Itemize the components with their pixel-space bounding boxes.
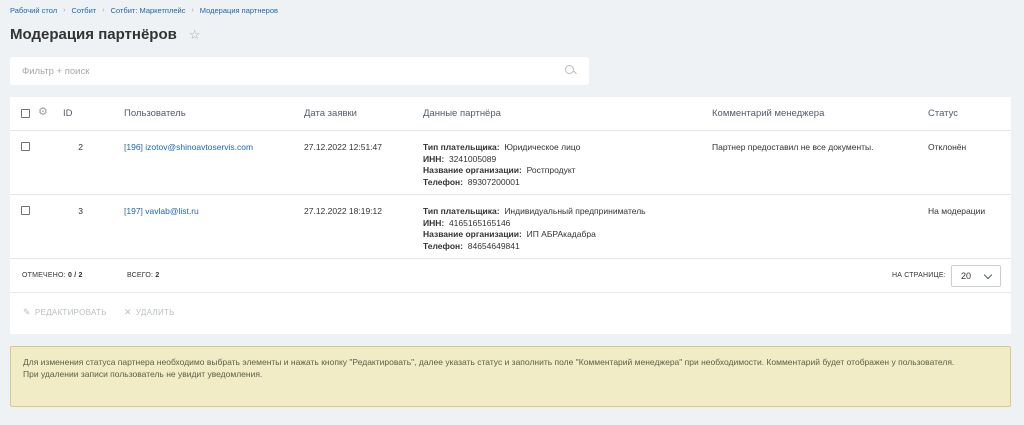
- column-header-status[interactable]: Статус: [928, 108, 958, 119]
- row-date: 27.12.2022 18:19:12: [304, 206, 382, 216]
- partners-grid: ⚙ ID Пользователь Дата заявки Данные пар…: [10, 97, 1011, 334]
- gear-icon[interactable]: ⚙: [38, 107, 48, 118]
- column-header-date[interactable]: Дата заявки: [304, 108, 357, 119]
- partner-field-value: 3241005089: [448, 153, 497, 164]
- partner-field-value: Индивидуальный предприниматель: [504, 206, 646, 216]
- table-row[interactable]: 2 [196] izotov@shinoavtoservis.com 27.12…: [10, 131, 1011, 195]
- page-title: Модерация партнёров: [10, 26, 177, 43]
- partner-field-label: Телефон:: [423, 240, 463, 251]
- partner-field-value: 4165165165146: [448, 217, 511, 228]
- row-partner-data: Тип плательщика: Юридическое лицо ИНН: 3…: [423, 142, 580, 188]
- table-row[interactable]: 3 [197] vavlab@list.ru 27.12.2022 18:19:…: [10, 195, 1011, 259]
- info-notice: Для изменения статуса партнера необходим…: [10, 346, 1011, 407]
- selected-count: ОТМЕЧЕНО: 0 / 2: [22, 272, 83, 279]
- breadcrumb-separator: ›: [191, 7, 194, 14]
- filter-bar: [10, 57, 589, 85]
- breadcrumb-item-moderation[interactable]: Модерация партнеров: [200, 6, 278, 15]
- pencil-icon: ✎: [23, 307, 31, 317]
- page-header: Модерация партнёров ☆: [10, 26, 201, 43]
- row-id: 3: [78, 206, 83, 216]
- star-icon[interactable]: ☆: [189, 28, 201, 41]
- total-count-label: ВСЕГО:: [127, 272, 154, 279]
- partner-field-label: Название организации:: [423, 165, 522, 175]
- per-page-value: 20: [961, 271, 972, 281]
- notice-text-line-2: При удалении записи пользователь не увид…: [23, 369, 263, 379]
- selected-count-label: ОТМЕЧЕНО:: [22, 272, 66, 279]
- grid-header: ⚙ ID Пользователь Дата заявки Данные пар…: [10, 97, 1011, 131]
- partner-field-value: Юридическое лицо: [504, 142, 581, 152]
- breadcrumb-separator: ›: [63, 7, 66, 14]
- row-status: Отклонён: [928, 142, 967, 152]
- total-count: ВСЕГО: 2: [127, 272, 159, 279]
- search-icon[interactable]: [565, 65, 577, 77]
- total-count-value: 2: [155, 272, 160, 279]
- breadcrumb-item-marketplace[interactable]: Сотбит: Маркетплейс: [111, 6, 186, 15]
- breadcrumb-item-desktop[interactable]: Рабочий стол: [10, 6, 57, 15]
- partner-field-value: Ростпродукт: [526, 165, 576, 175]
- partner-field-value: 89307200001: [467, 176, 520, 187]
- breadcrumb-separator: ›: [102, 7, 105, 14]
- column-header-manager-comment[interactable]: Комментарий менеджера: [712, 108, 824, 119]
- partner-field-value: 84654649841: [467, 240, 520, 251]
- column-header-user[interactable]: Пользователь: [124, 108, 186, 119]
- row-date: 27.12.2022 12:51:47: [304, 142, 382, 152]
- select-all-checkbox[interactable]: [21, 109, 30, 118]
- delete-button[interactable]: ✕ УДАЛИТЬ: [124, 307, 175, 318]
- notice-text-line-1: Для изменения статуса партнера необходим…: [23, 357, 955, 367]
- row-partner-data: Тип плательщика: Индивидуальный предприн…: [423, 206, 646, 252]
- row-manager-comment: Партнер предоставил не все документы.: [712, 142, 874, 152]
- row-status: На модерации: [928, 206, 986, 216]
- partner-field-label: Тип плательщика:: [423, 142, 500, 152]
- edit-button-label: РЕДАКТИРОВАТЬ: [34, 308, 107, 317]
- partner-field-value: ИП АБРАкадабра: [526, 229, 596, 239]
- row-user-link[interactable]: [196] izotov@shinoavtoservis.com: [124, 142, 253, 154]
- partner-field-label: Название организации:: [423, 229, 522, 239]
- delete-button-label: УДАЛИТЬ: [135, 308, 175, 317]
- row-id: 2: [78, 142, 83, 152]
- per-page-label: НА СТРАНИЦЕ:: [892, 272, 946, 279]
- action-panel: ✎ РЕДАКТИРОВАТЬ ✕ УДАЛИТЬ: [10, 307, 1011, 323]
- chevron-down-icon: [983, 270, 993, 280]
- row-user-link[interactable]: [197] vavlab@list.ru: [124, 206, 199, 218]
- partner-field-label: ИНН:: [423, 217, 445, 228]
- partner-field-label: Телефон:: [423, 176, 463, 187]
- row-checkbox[interactable]: [21, 142, 30, 151]
- breadcrumb: Рабочий стол › Сотбит › Сотбит: Маркетпл…: [10, 6, 278, 15]
- row-checkbox[interactable]: [21, 206, 30, 215]
- selected-count-value: 0 / 2: [67, 272, 83, 279]
- breadcrumb-item-sotbit[interactable]: Сотбит: [71, 6, 96, 15]
- edit-button[interactable]: ✎ РЕДАКТИРОВАТЬ: [23, 307, 107, 318]
- column-header-partner-data[interactable]: Данные партнёра: [423, 108, 501, 119]
- grid-footer: ОТМЕЧЕНО: 0 / 2 ВСЕГО: 2 НА СТРАНИЦЕ: 20: [10, 259, 1011, 293]
- partner-field-label: Тип плательщика:: [423, 206, 500, 216]
- per-page-select[interactable]: 20: [951, 265, 1001, 287]
- filter-search-input[interactable]: [22, 65, 565, 77]
- partner-field-label: ИНН:: [423, 153, 445, 164]
- column-header-id[interactable]: ID: [63, 108, 73, 119]
- close-icon: ✕: [124, 307, 132, 317]
